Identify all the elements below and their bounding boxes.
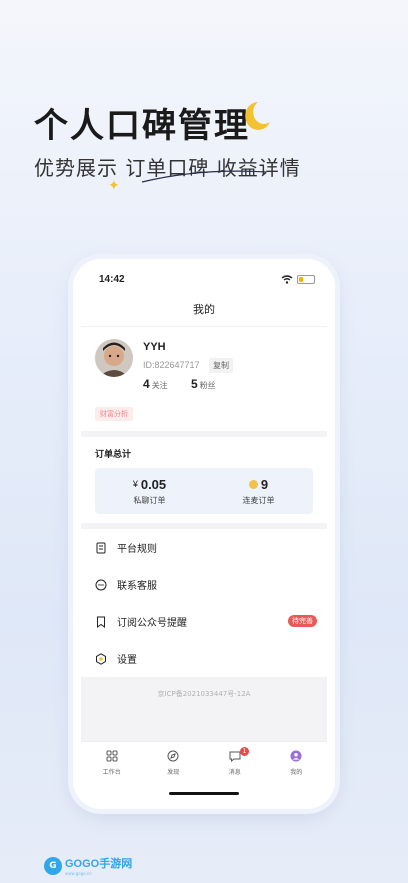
currency-symbol: ¥ [132,479,138,489]
following-count: 4 [143,377,150,391]
phone-frame: 14:42 我的 YYH ID:822647717 复制 4 关注 5 粉丝 财… [73,259,335,809]
promo-title: 个人口碑管理 [34,106,250,146]
menu-item-subscribe-reminder[interactable]: 订阅公众号提醒 待完善 [81,603,327,640]
menu-label: 订阅公众号提醒 [117,618,187,629]
orders-summary: ¥0.05 私聊订单 9 连麦订单 [95,468,313,514]
menu-label: 平台规则 [117,544,157,555]
following-stat[interactable]: 4 关注 [143,377,168,391]
chat-icon [95,579,107,590]
logo-url: www.gogo.cn [65,871,92,876]
swoosh-decoration [141,170,267,183]
user-id: ID:822647717 [143,360,200,370]
tab-label: 工作台 [102,769,121,776]
icp-license: 京ICP备2021033447号-12A [81,677,327,747]
page-title: 我的 [81,293,327,327]
mic-count: 9 [260,476,269,492]
tab-label: 消息 [228,769,241,776]
sparkle-icon: ✦ [108,178,120,194]
tab-workbench[interactable]: 工作台 [81,742,143,801]
avatar[interactable] [95,339,133,377]
profile-section: YYH ID:822647717 复制 4 关注 5 粉丝 财富分析 [81,327,327,431]
gear-icon [96,652,106,665]
copy-button[interactable]: 复制 [209,358,233,373]
wealth-tag[interactable]: 财富分析 [95,407,133,421]
private-amount: 0.05 [140,476,167,492]
status-bar: 14:42 [81,267,327,293]
phone-screen: 14:42 我的 YYH ID:822647717 复制 4 关注 5 粉丝 财… [81,267,327,801]
fans-count: 5 [191,377,198,391]
menu-item-customer-service[interactable]: 联系客服 [81,566,327,603]
menu-label: 联系客服 [117,581,157,592]
logo-icon: G [44,856,62,875]
orders-section: 订单总计 ¥0.05 私聊订单 9 连麦订单 [81,437,327,523]
mic-orders[interactable]: 9 连麦订单 [204,468,313,514]
compass-icon [167,750,179,762]
fans-label: 粉丝 [199,381,216,390]
username: YYH [143,341,166,353]
orders-title: 订单总计 [95,450,132,460]
private-orders[interactable]: ¥0.05 私聊订单 [95,468,204,514]
pending-badge: 待完善 [288,615,317,627]
status-time: 14:42 [99,274,125,285]
menu-list: 平台规则 联系客服 订阅公众号提醒 待完善 设置 [81,529,327,677]
message-badge: 1 [240,747,249,756]
profile-icon [290,750,302,762]
home-indicator [169,792,239,795]
document-icon [96,542,106,553]
fans-stat[interactable]: 5 粉丝 [191,377,216,391]
tab-label: 发现 [167,769,180,776]
watermark-logo: G GOGO手游网 www.gogo.cn [44,855,132,876]
menu-item-settings[interactable]: 设置 [81,640,327,677]
moon-icon [245,102,270,130]
private-orders-label: 私聊订单 [133,495,166,505]
bookmark-icon [97,616,105,628]
logo-brand: GOGO手游网 [65,858,133,870]
following-label: 关注 [151,381,168,390]
battery-icon [297,275,315,284]
mic-orders-label: 连麦订单 [242,495,275,505]
wifi-icon [281,275,293,284]
grid-icon [106,750,118,762]
tab-label: 我的 [290,769,303,776]
tab-mine[interactable]: 我的 [266,742,328,801]
menu-item-platform-rules[interactable]: 平台规则 [81,529,327,566]
message-icon [229,751,241,762]
coin-icon [248,479,258,489]
menu-label: 设置 [117,655,137,666]
